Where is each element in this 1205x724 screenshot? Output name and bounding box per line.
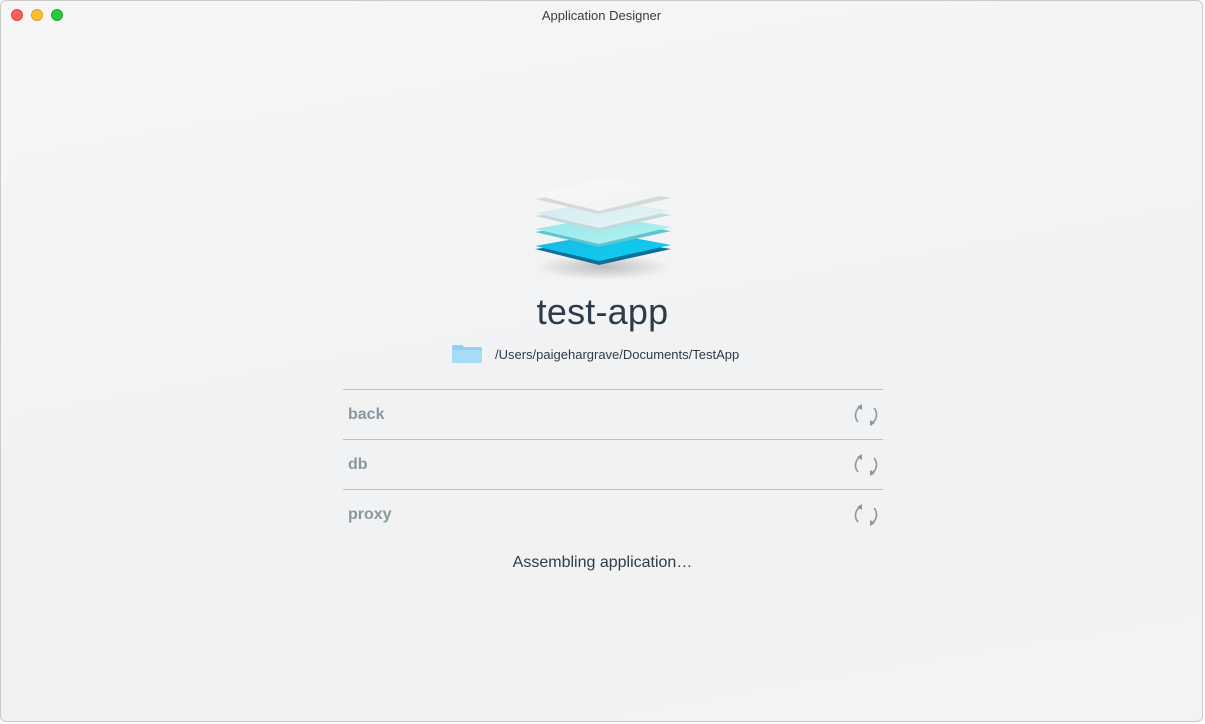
window-title: Application Designer xyxy=(541,8,662,23)
service-row-proxy[interactable]: proxy xyxy=(343,489,883,539)
app-name: test-app xyxy=(536,291,669,332)
service-row-db[interactable]: db xyxy=(343,439,883,489)
refresh-icon[interactable] xyxy=(852,501,880,529)
service-name: proxy xyxy=(348,506,392,523)
app-path-text: /Users/paigehargrave/Documents/TestApp xyxy=(495,346,740,362)
layers-stack-icon xyxy=(535,177,671,280)
folder-icon xyxy=(452,345,482,363)
refresh-icon[interactable] xyxy=(852,401,880,429)
app-window: Application Designer test-app /Users/pai… xyxy=(0,0,1203,722)
service-row-back[interactable]: back xyxy=(343,389,883,439)
refresh-icon[interactable] xyxy=(852,451,880,479)
title-bar[interactable]: Application Designer xyxy=(1,1,1202,29)
app-path[interactable]: /Users/paigehargrave/Documents/TestApp xyxy=(451,343,739,365)
services-list: back db proxy xyxy=(343,389,883,539)
service-name: back xyxy=(348,406,385,423)
service-name: db xyxy=(348,456,368,473)
status-message: Assembling application… xyxy=(512,554,693,571)
